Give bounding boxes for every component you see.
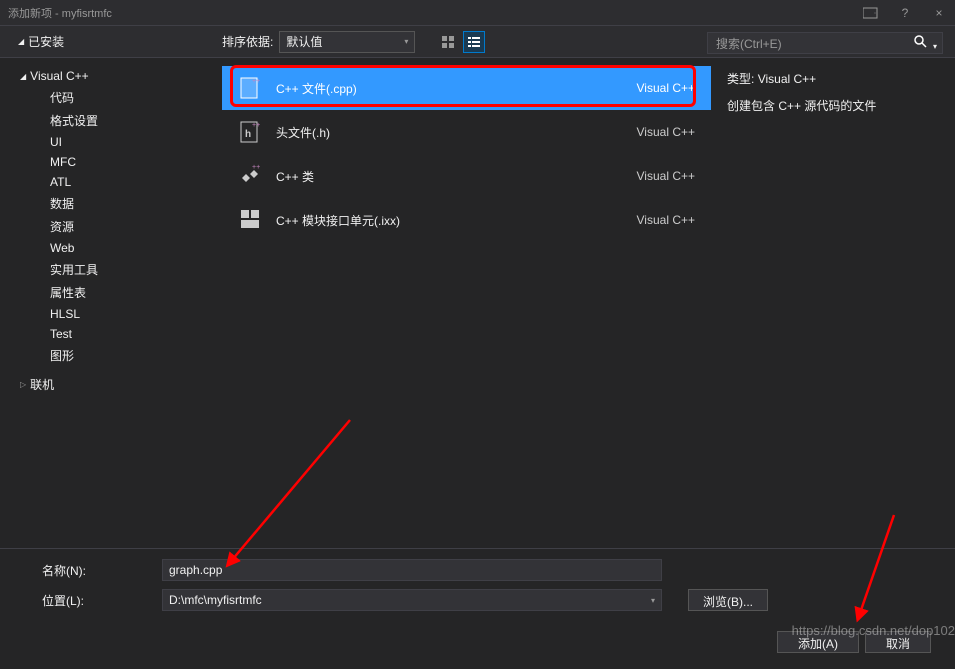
sidebar-item-visual-cpp[interactable]: Visual C++	[0, 66, 222, 86]
watermark: https://blog.csdn.net/dop102	[792, 623, 955, 638]
details-panel: 类型: Visual C++ 创建包含 C++ 源代码的文件	[711, 58, 955, 548]
bottom-form: 名称(N): 位置(L): D:\mfc\myfisrtmfc ▾ 浏览(B).…	[0, 548, 955, 669]
sidebar-item-code[interactable]: 代码	[0, 86, 222, 109]
name-input[interactable]	[162, 559, 662, 581]
template-item-header[interactable]: h++ 头文件(.h) Visual C++	[222, 110, 711, 154]
name-label: 名称(N):	[42, 562, 154, 579]
sidebar-item-property[interactable]: 属性表	[0, 281, 222, 304]
sidebar-item-ui[interactable]: UI	[0, 132, 222, 152]
template-item-cpp[interactable]: ++ C++ 文件(.cpp) Visual C++	[222, 66, 711, 110]
sort-label: 排序依据:	[222, 33, 273, 50]
sidebar-item-online[interactable]: 联机	[0, 373, 222, 396]
cpp-class-icon: ++	[238, 164, 262, 188]
sidebar-item-atl[interactable]: ATL	[0, 172, 222, 192]
sidebar-item-test[interactable]: Test	[0, 324, 222, 344]
sort-dropdown[interactable]: 默认值 ▾	[279, 31, 415, 53]
sidebar-item-web[interactable]: Web	[0, 238, 222, 258]
header-file-icon: h++	[238, 120, 262, 144]
toolbar: ◢ 已安装 排序依据: 默认值 ▾ 搜索(Ctrl+E) ▾	[0, 26, 955, 58]
svg-text:h: h	[245, 129, 251, 140]
search-icon[interactable]: ▾	[914, 35, 937, 52]
cpp-file-icon: ++	[238, 76, 262, 100]
search-input[interactable]: 搜索(Ctrl+E) ▾	[707, 32, 943, 54]
window-title: 添加新项 - myfisrtmfc	[8, 5, 863, 21]
template-item-module[interactable]: C++ 模块接口单元(.ixx) Visual C++	[222, 198, 711, 242]
template-item-class[interactable]: ++ C++ 类 Visual C++	[222, 154, 711, 198]
template-list: ++ C++ 文件(.cpp) Visual C++ h++ 头文件(.h) V…	[222, 58, 711, 548]
browse-button[interactable]: 浏览(B)...	[688, 589, 768, 611]
title-bar: 添加新项 - myfisrtmfc ? ×	[0, 0, 955, 26]
type-description: 创建包含 C++ 源代码的文件	[727, 97, 939, 114]
help-icon[interactable]: ?	[897, 5, 913, 21]
sidebar-item-data[interactable]: 数据	[0, 192, 222, 215]
sidebar-item-format[interactable]: 格式设置	[0, 109, 222, 132]
svg-text:++: ++	[252, 122, 260, 129]
view-list-icon[interactable]	[463, 31, 485, 53]
svg-text:++: ++	[252, 164, 260, 171]
sidebar: Visual C++ 代码 格式设置 UI MFC ATL 数据 资源 Web …	[0, 58, 222, 548]
location-label: 位置(L):	[42, 592, 154, 609]
type-label: 类型: Visual C++	[727, 70, 939, 87]
sidebar-item-utility[interactable]: 实用工具	[0, 258, 222, 281]
view-grid-icon[interactable]	[437, 31, 459, 53]
sidebar-item-graphics[interactable]: 图形	[0, 344, 222, 367]
sidebar-item-mfc[interactable]: MFC	[0, 152, 222, 172]
installed-header[interactable]: ◢ 已安装	[0, 33, 222, 50]
tablet-icon[interactable]	[863, 5, 879, 21]
sidebar-item-resource[interactable]: 资源	[0, 215, 222, 238]
location-dropdown[interactable]: D:\mfc\myfisrtmfc ▾	[162, 589, 662, 611]
module-icon	[238, 208, 262, 232]
svg-text:++: ++	[252, 78, 260, 85]
sidebar-item-hlsl[interactable]: HLSL	[0, 304, 222, 324]
close-icon[interactable]: ×	[931, 5, 947, 21]
